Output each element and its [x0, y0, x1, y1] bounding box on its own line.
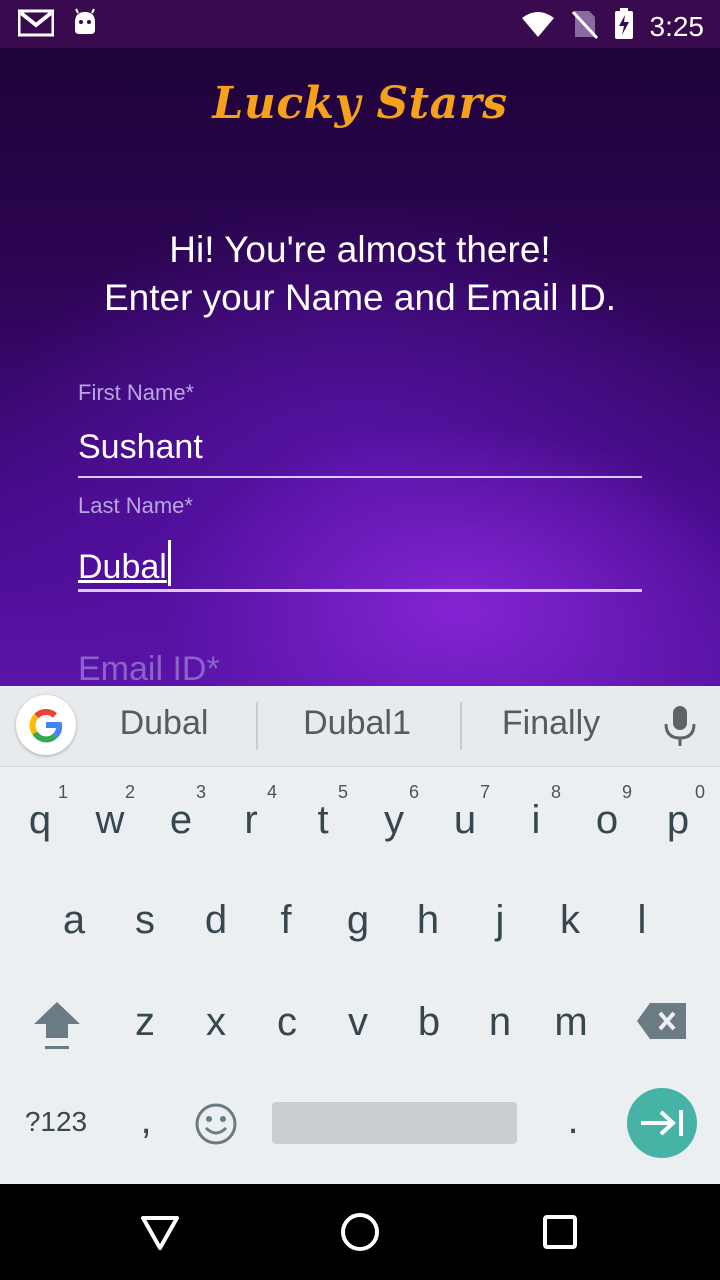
suggestion-2[interactable]: Dubal1: [266, 704, 448, 743]
key-i[interactable]: i: [506, 798, 566, 843]
suggestion-divider: [256, 702, 258, 750]
next-field-button[interactable]: [627, 1088, 697, 1158]
backspace-icon: [637, 1003, 686, 1039]
headline: Hi! You're almost there! Enter your Name…: [0, 226, 720, 322]
shift-icon: [34, 1002, 80, 1049]
google-icon: [29, 709, 63, 743]
email-input[interactable]: Email ID*: [78, 650, 220, 686]
key-u[interactable]: u: [435, 798, 495, 843]
key-g[interactable]: g: [328, 898, 388, 943]
no-sim-icon: [571, 9, 598, 44]
app-logo: Lucky Stars: [212, 78, 508, 129]
space-bar[interactable]: [272, 1102, 517, 1144]
key-z[interactable]: z: [115, 1000, 175, 1045]
soft-keyboard: Dubal Dubal1 Finally 1 2 3 4 5 6 7 8 9 0…: [0, 686, 720, 1184]
signup-screen: Lucky Stars Hi! You're almost there! Ent…: [0, 48, 720, 686]
key-x[interactable]: x: [186, 1000, 246, 1045]
key-e[interactable]: e: [151, 798, 211, 843]
headline-line-1: Hi! You're almost there!: [169, 229, 551, 270]
text-cursor: [167, 540, 171, 586]
period-key[interactable]: .: [543, 1098, 603, 1143]
suggestion-strip: Dubal Dubal1 Finally: [0, 686, 720, 767]
key-m[interactable]: m: [541, 1000, 601, 1045]
key-h[interactable]: h: [398, 898, 458, 943]
mic-icon[interactable]: [660, 704, 700, 753]
back-icon[interactable]: [140, 1214, 180, 1257]
symbols-key[interactable]: ?123: [16, 1106, 96, 1138]
emoji-key[interactable]: [194, 1102, 238, 1151]
last-name-value: Dubal: [78, 548, 167, 586]
status-bar: 3:25: [0, 0, 720, 48]
backspace-key[interactable]: [636, 1002, 688, 1045]
key-j[interactable]: j: [470, 898, 530, 943]
key-p[interactable]: p: [648, 798, 708, 843]
clock: 3:25: [649, 10, 705, 42]
first-name-label: First Name*: [78, 380, 195, 405]
first-name-input[interactable]: Sushant: [78, 428, 203, 467]
key-r[interactable]: r: [221, 798, 281, 843]
key-b[interactable]: b: [399, 1000, 459, 1045]
last-name-underline: [78, 589, 642, 592]
home-icon[interactable]: [340, 1212, 380, 1257]
key-l[interactable]: l: [612, 898, 672, 943]
key-s[interactable]: s: [115, 898, 175, 943]
emoji-icon: [195, 1103, 237, 1145]
key-t[interactable]: t: [293, 798, 353, 843]
suggestion-3[interactable]: Finally: [470, 704, 632, 743]
key-o[interactable]: o: [577, 798, 637, 843]
android-icon: [72, 8, 98, 43]
battery-charging-icon: [614, 8, 634, 45]
first-name-underline: [78, 476, 642, 478]
last-name-input[interactable]: Dubal: [78, 540, 171, 587]
key-v[interactable]: v: [328, 1000, 388, 1045]
headline-line-2: Enter your Name and Email ID.: [103, 277, 617, 318]
recents-icon[interactable]: [542, 1214, 578, 1255]
key-q[interactable]: q: [10, 798, 70, 843]
gmail-icon: [17, 8, 55, 43]
key-c[interactable]: c: [257, 1000, 317, 1045]
key-y[interactable]: y: [364, 798, 424, 843]
last-name-label: Last Name*: [78, 493, 193, 518]
key-k[interactable]: k: [540, 898, 600, 943]
key-w[interactable]: w: [80, 798, 140, 843]
shift-key[interactable]: [32, 998, 82, 1059]
navigation-bar: [0, 1184, 720, 1280]
wifi-icon: [520, 9, 556, 44]
suggestion-1[interactable]: Dubal: [84, 704, 244, 743]
suggestion-divider: [460, 702, 462, 750]
google-button[interactable]: [16, 695, 76, 755]
tab-next-icon: [641, 1110, 683, 1136]
key-n[interactable]: n: [470, 1000, 530, 1045]
key-f[interactable]: f: [256, 898, 316, 943]
comma-key[interactable]: ,: [116, 1098, 176, 1143]
key-d[interactable]: d: [186, 898, 246, 943]
key-a[interactable]: a: [44, 898, 104, 943]
